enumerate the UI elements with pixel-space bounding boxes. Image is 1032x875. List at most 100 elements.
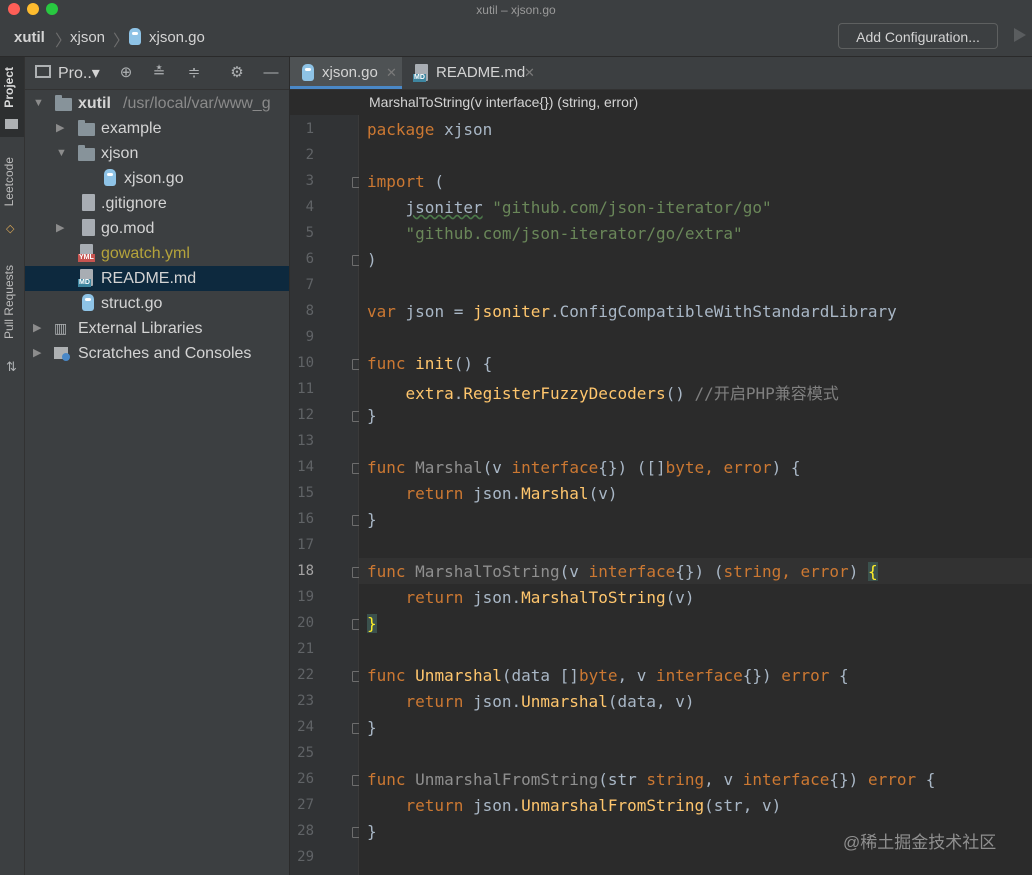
line-number: 17 (297, 537, 314, 553)
line-number: 20 (297, 615, 314, 631)
collapse-all-icon[interactable]: ≑ (185, 64, 203, 82)
line-number: 7 (305, 277, 314, 293)
line-number: 19 (297, 589, 314, 605)
locate-icon[interactable]: ⊕ (117, 64, 135, 82)
line-number: 5 (305, 225, 314, 241)
code-line-18[interactable]: func MarshalToString(v interface{}) (str… (367, 562, 878, 581)
chevron-right-icon[interactable]: ▶ (33, 316, 41, 341)
code-line-12[interactable]: } (367, 406, 377, 425)
code-line-8[interactable]: var json = jsoniter.ConfigCompatibleWith… (367, 302, 897, 321)
folder-icon (55, 95, 72, 111)
tree-item-xjson[interactable]: ▼ xjson (25, 141, 289, 166)
line-number: 25 (297, 745, 314, 761)
add-configuration-button[interactable]: Add Configuration... (838, 23, 998, 49)
line-number: 11 (297, 381, 314, 397)
code-line-5[interactable]: "github.com/json-iterator/go/extra" (367, 224, 743, 243)
line-number: 9 (305, 329, 314, 345)
chevron-right-icon[interactable]: ▶ (56, 116, 64, 141)
line-number: 24 (297, 719, 314, 735)
md-badge-icon: MD (78, 279, 91, 287)
run-icon[interactable] (1014, 28, 1026, 42)
line-number: 29 (297, 849, 314, 865)
tree-item-path: /usr/local/var/www_g (123, 95, 271, 112)
line-number: 28 (297, 823, 314, 839)
tree-item-label: struct.go (101, 295, 163, 312)
line-number: 3 (305, 173, 314, 189)
tree-item-struct-go[interactable]: struct.go (25, 291, 289, 316)
tree-item-gitignore[interactable]: .gitignore (25, 191, 289, 216)
code-signature-breadcrumb: MarshalToString(v interface{}) (string, … (290, 90, 1032, 115)
tab-label: README.md (436, 64, 526, 81)
library-icon: ▥ (54, 320, 68, 336)
line-number: 10 (297, 355, 314, 371)
project-view-selector[interactable]: Pro..▾ (58, 63, 100, 83)
tab-pull-requests[interactable]: Pull Requests (2, 265, 16, 339)
code-line-11[interactable]: extra.RegisterFuzzyDecoders() //开启PHP兼容模… (367, 380, 839, 404)
breadcrumb-folder[interactable]: xjson (70, 29, 105, 46)
tab-xjson-go[interactable]: xjson.go ✕ (290, 57, 402, 89)
md-badge-icon: MD (413, 74, 426, 82)
code-line-19[interactable]: return json.MarshalToString(v) (367, 588, 695, 607)
code-line-23[interactable]: return json.Unmarshal(data, v) (367, 692, 695, 711)
code-line-3[interactable]: import ( (367, 172, 444, 191)
tree-item-label: External Libraries (78, 320, 203, 337)
code-line-20[interactable]: } (367, 614, 377, 633)
line-number: 21 (297, 641, 314, 657)
tab-readme[interactable]: MD README.md ✕ (408, 57, 538, 89)
tree-item-go-mod[interactable]: ▶ go.mod (25, 216, 289, 241)
mod-file-icon (82, 219, 95, 236)
code-line-24[interactable]: } (367, 718, 377, 737)
tree-item-example[interactable]: ▶ example (25, 116, 289, 141)
close-icon[interactable]: ✕ (386, 57, 397, 89)
project-toolbar: Pro..▾ ⊕ ≛ ≑ ⚙ — (25, 57, 289, 90)
code-line-10[interactable]: func init() { (367, 354, 492, 373)
tree-item-label: .gitignore (101, 195, 167, 212)
folder-icon (5, 119, 18, 129)
tree-item-readme[interactable]: MD README.md (25, 266, 289, 291)
tree-item-label: Scratches and Consoles (78, 345, 252, 362)
code-line-6[interactable]: ) (367, 250, 377, 269)
line-number: 16 (297, 511, 314, 527)
tool-window-strip: Project Leetcode ◇ Pull Requests ⇅ (0, 57, 25, 875)
tree-item-xjson-go[interactable]: xjson.go (25, 166, 289, 191)
tree-item-label: xutil (78, 95, 111, 112)
breadcrumb-project[interactable]: xutil (14, 29, 45, 46)
gear-icon[interactable]: ⚙ (228, 64, 246, 82)
chevron-right-icon[interactable]: ▶ (56, 216, 64, 241)
code-line-16[interactable]: } (367, 510, 377, 529)
function-signature[interactable]: MarshalToString(v interface{}) (string, … (369, 90, 638, 115)
code-line-27[interactable]: return json.UnmarshalFromString(str, v) (367, 796, 782, 815)
close-icon[interactable]: ✕ (524, 57, 535, 89)
tree-item-external-libraries[interactable]: ▶ ▥ External Libraries (25, 316, 289, 341)
expand-all-icon[interactable]: ≛ (150, 64, 168, 82)
breadcrumb-file[interactable]: xjson.go (149, 29, 205, 46)
tree-item-xutil[interactable]: ▼ xutil /usr/local/var/www_g (25, 91, 289, 116)
navigation-bar: xutil 〉 xjson 〉 xjson.go Add Configurati… (0, 20, 1032, 57)
chevron-right-icon: 〉 (113, 33, 130, 50)
tree-item-label: go.mod (101, 220, 155, 237)
tab-leetcode[interactable]: Leetcode (2, 157, 16, 206)
line-number-current: 18 (297, 563, 314, 579)
code-line-15[interactable]: return json.Marshal(v) (367, 484, 618, 503)
tab-project[interactable]: Project (2, 67, 16, 108)
code-line-28[interactable]: } (367, 822, 377, 841)
hide-icon[interactable]: — (262, 64, 280, 82)
tree-item-scratches[interactable]: ▶ Scratches and Consoles (25, 341, 289, 366)
chevron-right-icon[interactable]: ▶ (33, 341, 41, 366)
tree-item-label: README.md (101, 270, 197, 287)
code-line-22[interactable]: func Unmarshal(data []byte, v interface{… (367, 666, 849, 685)
line-number: 14 (297, 459, 314, 475)
chevron-down-icon[interactable]: ▼ (56, 141, 67, 166)
tree-item-label: gowatch.yml (101, 245, 190, 262)
window-titlebar: xutil – xjson.go (0, 0, 1032, 21)
code-line-26[interactable]: func UnmarshalFromString(str string, v i… (367, 770, 935, 789)
window-title: xutil – xjson.go (476, 3, 556, 17)
tree-item-label: example (101, 120, 162, 137)
code-line-4[interactable]: jsoniter "github.com/json-iterator/go" (367, 198, 772, 217)
code-line-1[interactable]: package xjson (367, 120, 492, 139)
code-line-14[interactable]: func Marshal(v interface{}) ([]byte, err… (367, 458, 801, 477)
chevron-down-icon[interactable]: ▼ (33, 91, 44, 116)
line-number: 12 (297, 407, 314, 423)
tree-item-gowatch[interactable]: YML gowatch.yml (25, 241, 289, 266)
code-editor[interactable]: package xjson import ( jsoniter "github.… (359, 115, 1032, 875)
